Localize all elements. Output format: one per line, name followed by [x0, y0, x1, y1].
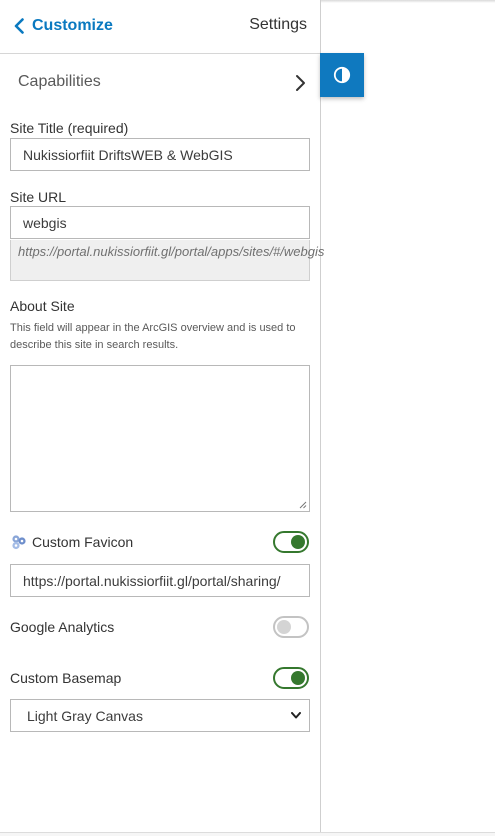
- custom-favicon-label: Custom Favicon: [32, 534, 134, 550]
- panel-header: Customize Settings: [0, 0, 320, 54]
- panel-title: Settings: [249, 16, 307, 33]
- capabilities-row[interactable]: Capabilities: [0, 55, 320, 111]
- site-title-input[interactable]: Nukissiorfiit DriftsWEB & WebGIS: [10, 138, 310, 171]
- site-url-preview: https://portal.nukissiorfiit.gl/portal/a…: [10, 240, 324, 281]
- custom-basemap-toggle[interactable]: [273, 667, 309, 689]
- chevron-down-icon: [291, 712, 301, 719]
- custom-favicon-toggle[interactable]: [273, 531, 309, 553]
- chevron-left-icon: [14, 18, 24, 34]
- back-label: Customize: [32, 17, 113, 34]
- site-title-label: Site Title (required): [10, 120, 129, 136]
- google-analytics-label: Google Analytics: [10, 619, 115, 635]
- customize-panel: Customize Settings Capabilities Site Tit…: [0, 0, 324, 836]
- about-site-label: About Site: [10, 298, 75, 314]
- toggle-knob: [291, 535, 305, 549]
- back-button[interactable]: Customize: [14, 14, 113, 38]
- site-url-label: Site URL: [10, 189, 67, 205]
- toggle-knob: [291, 671, 305, 685]
- custom-favicon-url-input[interactable]: https://portal.nukissiorfiit.gl/portal/s…: [10, 564, 310, 597]
- custom-basemap-label: Custom Basemap: [10, 670, 122, 686]
- about-site-hint: This field will appear in the ArcGIS ove…: [10, 322, 296, 351]
- resize-handle-icon[interactable]: [299, 501, 307, 509]
- theme-toggle-button[interactable]: [320, 53, 364, 97]
- chevron-right-icon: [296, 75, 305, 91]
- toggle-knob: [277, 620, 291, 634]
- capabilities-label: Capabilities: [18, 73, 101, 90]
- basemap-selected-value: Light Gray Canvas: [27, 707, 143, 724]
- google-analytics-toggle[interactable]: [273, 616, 309, 638]
- basemap-select[interactable]: Light Gray Canvas: [10, 699, 310, 732]
- bottom-edge: [0, 832, 495, 836]
- about-site-textarea[interactable]: [10, 365, 310, 512]
- contrast-icon: [333, 66, 351, 84]
- site-url-input[interactable]: webgis: [10, 206, 310, 239]
- favicon-icon: [12, 535, 26, 550]
